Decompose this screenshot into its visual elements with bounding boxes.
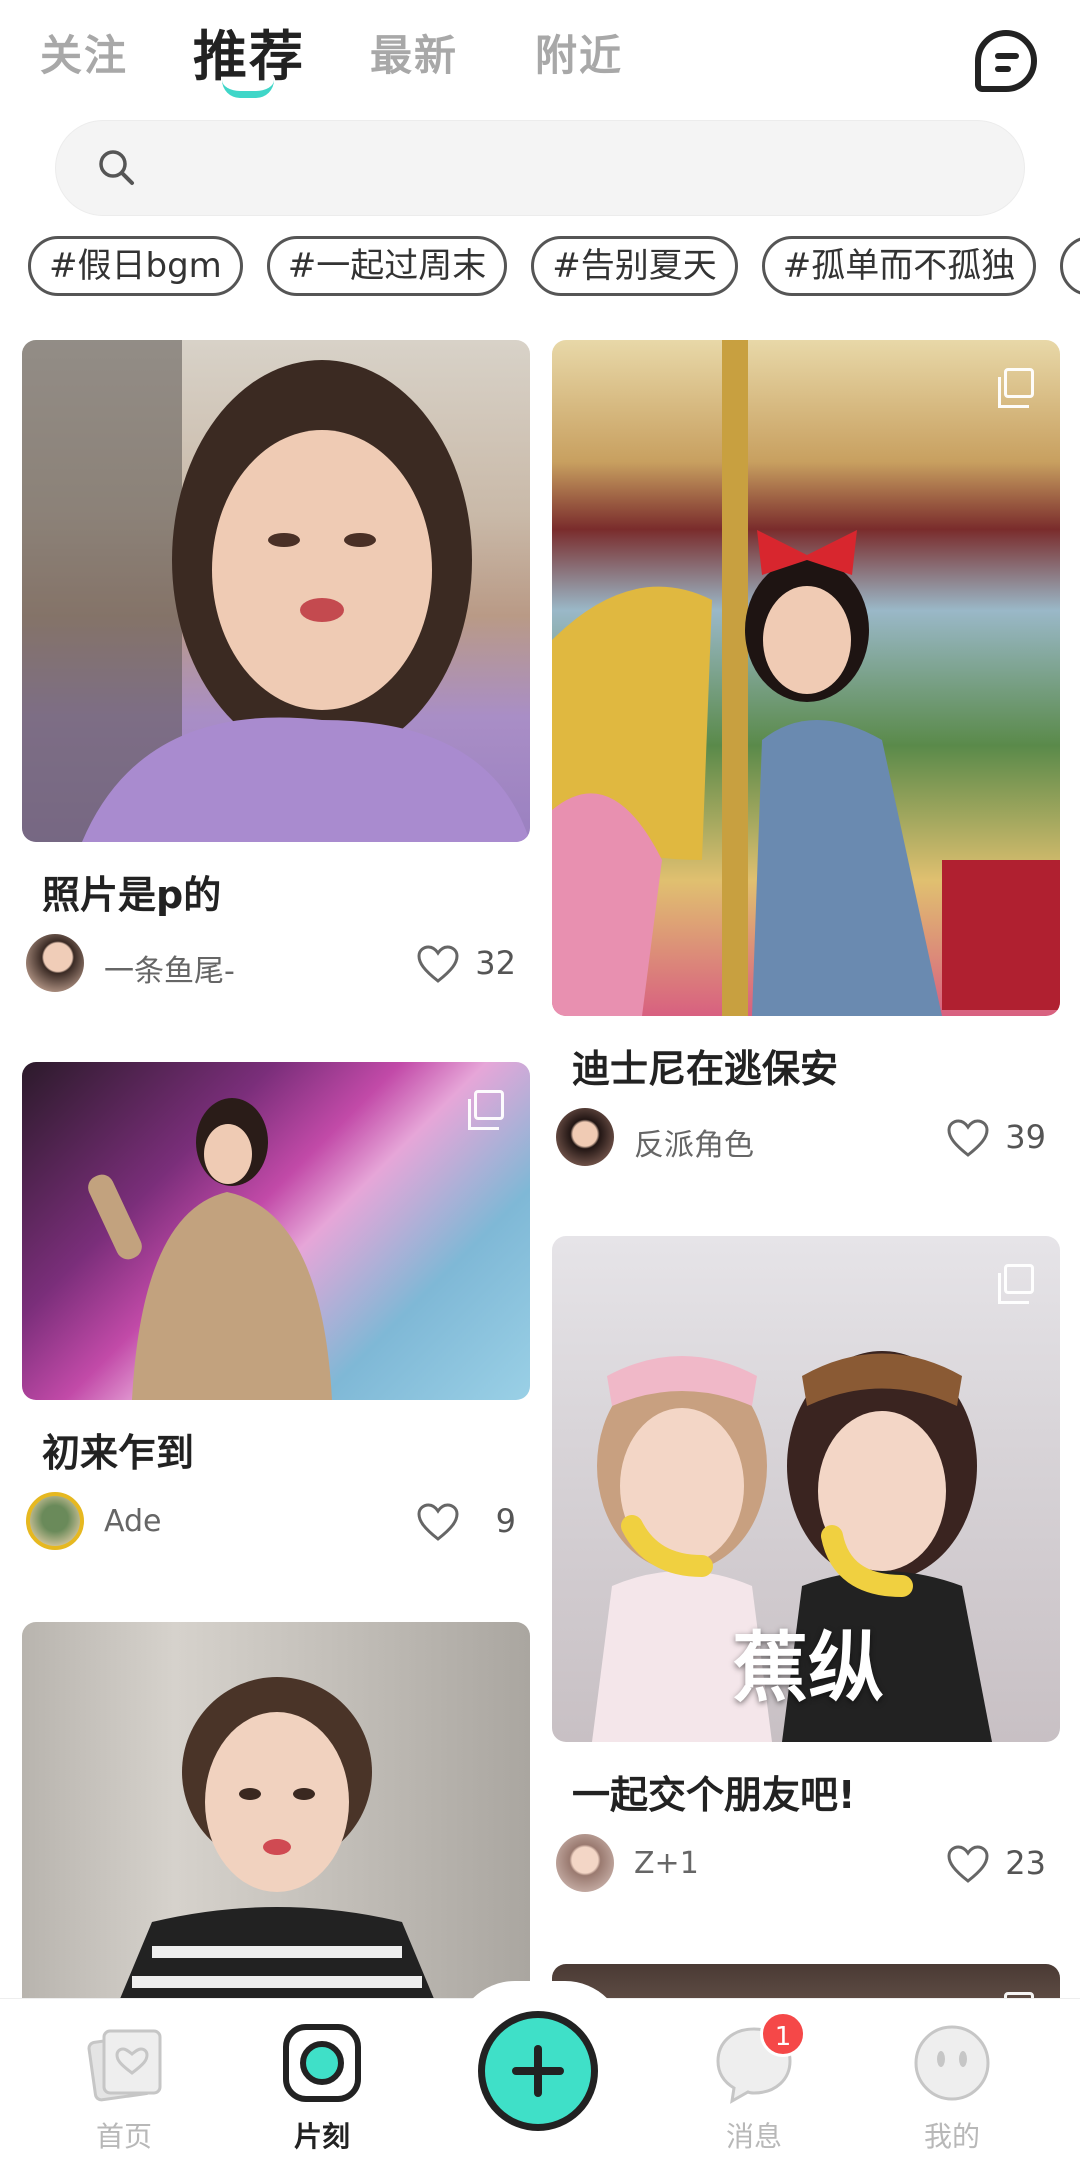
post-card[interactable]: 蕉纵 一起交个朋友吧! Z+1 23 (552, 1236, 1060, 1902)
image-caption-overlay: 蕉纵 (732, 1623, 884, 1712)
post-card[interactable]: 初来乍到 Ade 9 (22, 1062, 530, 1560)
carousel-photo (552, 340, 1060, 1016)
post-title: 初来乍到 (42, 1431, 195, 1475)
post-title: 照片是p的 (42, 873, 222, 917)
post-card[interactable] (552, 1964, 1060, 2000)
face-icon (914, 2025, 990, 2101)
nav-home[interactable]: 首页 (64, 2021, 184, 2155)
photo-card-icon (87, 2029, 162, 2102)
avatar[interactable] (556, 1834, 614, 1892)
like-count: 39 (1005, 1118, 1046, 1156)
post-image[interactable] (22, 340, 530, 842)
author-name[interactable]: 反派角色 (634, 1120, 754, 1164)
heart-icon[interactable] (416, 1502, 460, 1542)
nav-moments[interactable]: 片刻 (262, 2021, 382, 2155)
search-bar[interactable] (55, 120, 1025, 216)
avatar[interactable] (26, 1492, 84, 1550)
heart-icon[interactable] (416, 944, 460, 984)
post-image[interactable] (22, 1062, 530, 1400)
portrait-photo (22, 340, 530, 842)
tab-following[interactable]: 关注 (40, 22, 128, 83)
nav-messages-label: 消息 (725, 2120, 782, 2153)
post-meta: 反派角色 39 (552, 1096, 1060, 1176)
post-title: 一起交个朋友吧! (572, 1773, 856, 1817)
menu-bubble-icon[interactable] (975, 30, 1037, 92)
hashtag-chip[interactable]: #一起过周末 (266, 236, 508, 296)
author-name[interactable]: Ade (104, 1504, 162, 1539)
nav-profile[interactable]: 我的 (892, 2021, 1012, 2155)
post-meta: 一条鱼尾- 32 (22, 922, 530, 1002)
author-name[interactable]: 一条鱼尾- (104, 946, 235, 990)
hashtag-chip[interactable]: #最 (1060, 236, 1080, 296)
like-count: 23 (1005, 1844, 1046, 1882)
post-image[interactable]: 蕉纵 (552, 1236, 1060, 1742)
portrait-photo (119, 1677, 435, 2000)
search-input[interactable] (156, 139, 976, 199)
post-meta: Z+1 23 (552, 1822, 1060, 1902)
tab-latest[interactable]: 最新 (370, 22, 458, 83)
post-meta: Ade 9 (22, 1480, 530, 1560)
active-tab-indicator (222, 80, 274, 98)
nav-home-label: 首页 (95, 2120, 152, 2153)
like-count: 9 (495, 1502, 516, 1540)
heart-icon[interactable] (946, 1844, 990, 1884)
post-image[interactable] (22, 1622, 530, 2000)
hashtag-row: #假日bgm #一起过周末 #告别夏天 #孤单而不孤独 #最 (28, 236, 1080, 298)
unread-badge: 1 (760, 2011, 806, 2057)
heart-icon[interactable] (946, 1118, 990, 1158)
multi-image-icon (998, 1264, 1034, 1304)
tab-nearby[interactable]: 附近 (535, 22, 623, 83)
bottom-navigation: 首页 片刻 消息 1 我的 (0, 1981, 1080, 2158)
post-card[interactable]: 照片是p的 一条鱼尾- 32 (22, 340, 530, 1002)
hashtag-chip[interactable]: #假日bgm (28, 236, 243, 296)
post-title: 迪士尼在逃保安 (572, 1047, 839, 1091)
hashtag-chip[interactable]: #告别夏天 (531, 236, 738, 296)
avatar[interactable] (26, 934, 84, 992)
multi-image-icon (468, 1090, 504, 1130)
top-tab-bar: 关注 推荐 最新 附近 (0, 0, 1080, 110)
nav-moments-label: 片刻 (293, 2120, 350, 2153)
post-card[interactable]: 迪士尼在逃保安 反派角色 39 (552, 340, 1060, 1176)
search-icon (99, 150, 134, 185)
hashtag-chip[interactable]: #孤单而不孤独 (761, 236, 1037, 296)
post-feed: 照片是p的 一条鱼尾- 32 初来乍到 Ade 9 迪士尼在逃保安 反派角色 3… (0, 330, 1080, 2000)
post-image[interactable] (552, 1964, 1060, 2000)
nav-profile-label: 我的 (923, 2120, 980, 2153)
author-name[interactable]: Z+1 (634, 1846, 699, 1881)
post-card[interactable] (22, 1622, 530, 2000)
multi-image-icon (998, 368, 1034, 408)
create-post-button[interactable] (478, 2011, 598, 2131)
avatar[interactable] (556, 1108, 614, 1166)
portrait-photo (88, 1098, 332, 1400)
post-image[interactable] (552, 340, 1060, 1016)
camera-icon (283, 2024, 361, 2102)
like-count: 32 (475, 944, 516, 982)
